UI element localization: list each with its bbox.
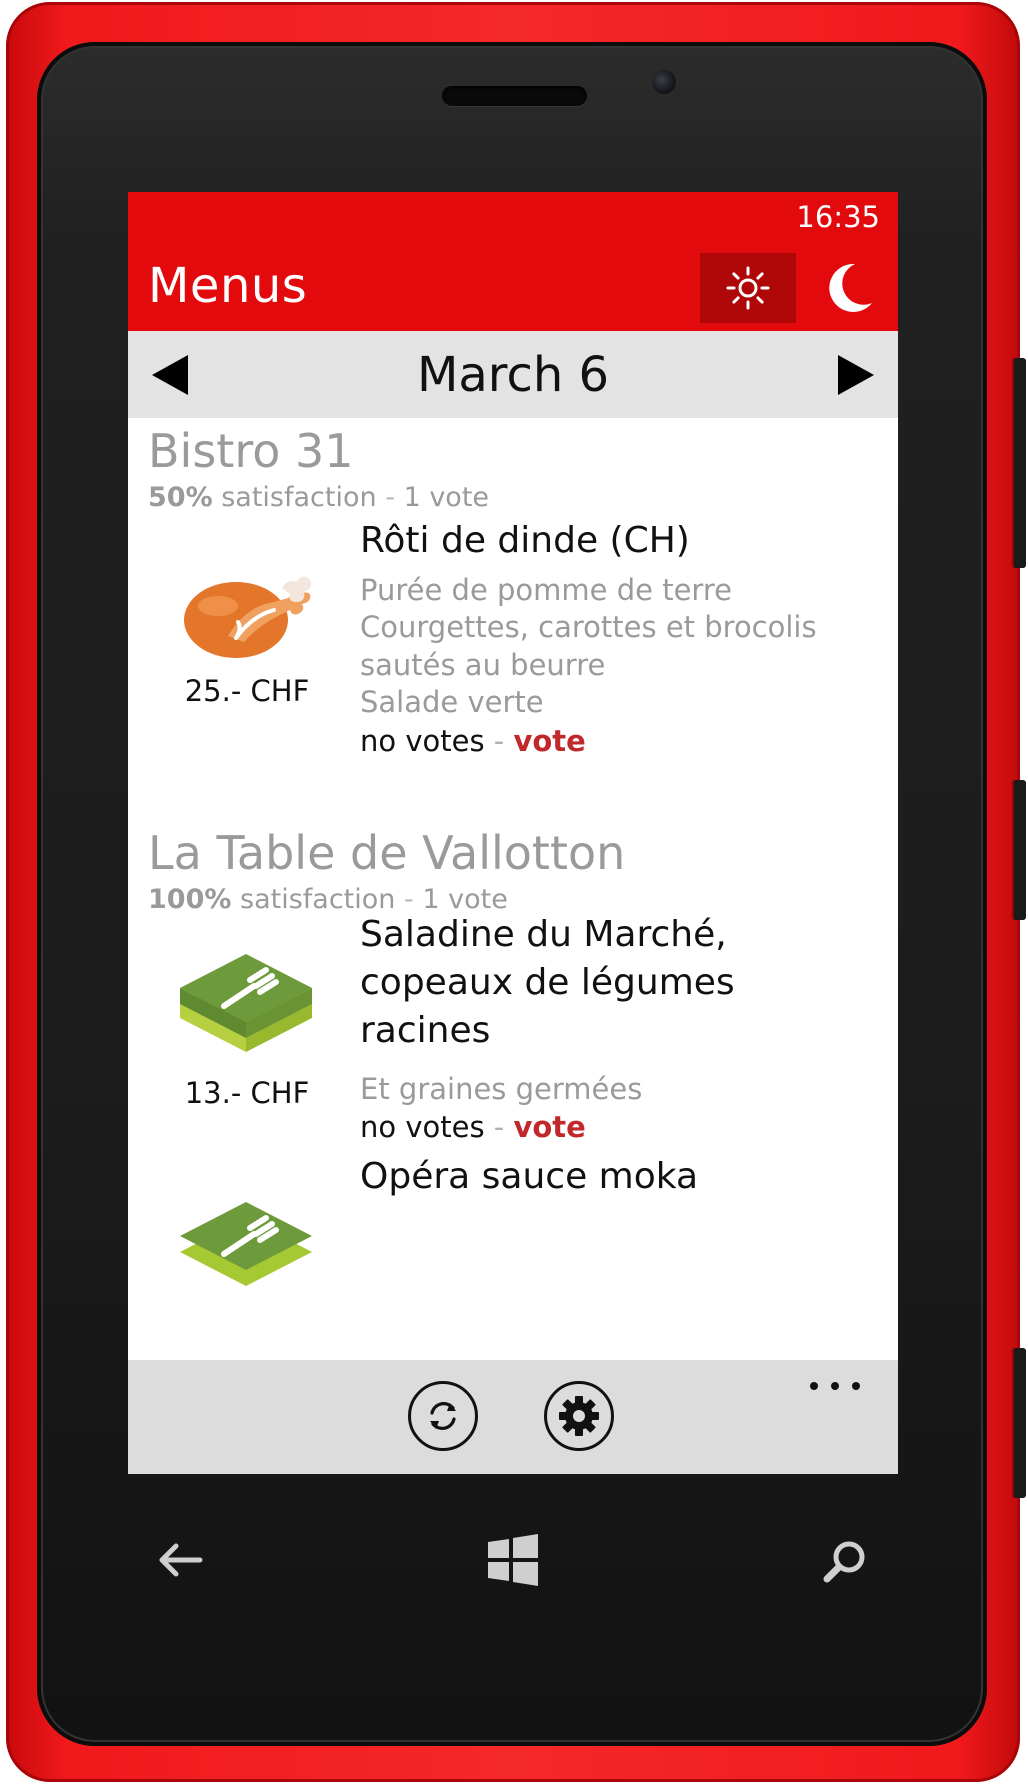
vote-line: no votes - vote xyxy=(360,724,586,758)
search-icon[interactable] xyxy=(822,1538,868,1584)
power-button[interactable] xyxy=(1012,780,1026,920)
vote-status: no votes xyxy=(360,724,485,758)
front-camera xyxy=(652,70,676,94)
satisfaction-line: 50% satisfaction - 1 vote xyxy=(148,482,489,513)
dish-price: 13.- CHF xyxy=(184,1076,310,1110)
app-bar xyxy=(128,1360,898,1474)
volume-button[interactable] xyxy=(1012,358,1026,568)
earpiece-speaker xyxy=(442,86,587,106)
satisfaction-percent: 50% xyxy=(148,482,213,513)
dark-theme-button[interactable] xyxy=(802,253,898,323)
dish-title-line: racines xyxy=(360,1010,491,1051)
vote-link[interactable]: vote xyxy=(513,724,585,758)
date-navigator: March 6 xyxy=(128,331,898,418)
separator: - xyxy=(493,724,505,758)
separator: - xyxy=(385,482,395,513)
more-options-button[interactable] xyxy=(810,1382,860,1396)
dish-title-line: copeaux de légumes xyxy=(360,962,735,1003)
satisfaction-label: satisfaction xyxy=(221,482,377,513)
date-label: March 6 xyxy=(416,347,610,403)
restaurant-name: Bistro 31 xyxy=(148,424,354,478)
vote-link[interactable]: vote xyxy=(513,1110,585,1144)
next-day-button[interactable] xyxy=(836,353,876,397)
app-header: Menus xyxy=(128,242,898,331)
vote-status: no votes xyxy=(360,1110,485,1144)
gear-icon xyxy=(559,1396,599,1436)
more-dots-icon xyxy=(852,1382,860,1390)
moon-icon xyxy=(829,263,872,312)
satisfaction-percent: 100% xyxy=(148,884,232,915)
menu-list[interactable]: Bistro 31 50% satisfaction - 1 vote 25.-… xyxy=(128,418,898,1373)
settings-button[interactable] xyxy=(544,1381,614,1451)
restaurant-name: La Table de Vallotton xyxy=(148,826,626,880)
page-title: Menus xyxy=(148,258,308,314)
dish-detail: Salade verte xyxy=(360,685,544,719)
dish-title: Opéra sauce moka xyxy=(360,1156,699,1197)
sun-icon xyxy=(726,266,770,310)
green-fork-tile-icon xyxy=(180,1202,312,1286)
status-time: 16:35 xyxy=(796,200,880,234)
triangle-right-icon xyxy=(838,355,874,395)
device-frame: 16:35 Menus March 6 Bistro 31 50% satisf… xyxy=(0,0,1028,1786)
back-arrow-icon[interactable] xyxy=(156,1540,204,1580)
dish-title: Rôti de dinde (CH) xyxy=(360,520,690,561)
refresh-icon xyxy=(430,1402,456,1430)
app-screen: 16:35 Menus March 6 Bistro 31 50% satisf… xyxy=(128,192,898,1474)
roast-chicken-icon xyxy=(184,576,312,658)
vote-count: 1 vote xyxy=(403,482,490,513)
dish-detail: sautés au beurre xyxy=(360,648,606,682)
dish-title-line: Saladine du Marché, xyxy=(360,914,727,955)
more-dots-icon xyxy=(831,1382,839,1390)
dish-detail: Et graines germées xyxy=(360,1072,643,1106)
dish-detail: Purée de pomme de terre xyxy=(360,573,732,607)
more-dots-icon xyxy=(810,1382,818,1390)
vote-line: no votes - vote xyxy=(360,1110,586,1144)
camera-button[interactable] xyxy=(1012,1348,1026,1498)
light-theme-button[interactable] xyxy=(700,253,796,323)
separator: - xyxy=(493,1110,505,1144)
green-fork-tile-icon xyxy=(180,954,312,1052)
refresh-button[interactable] xyxy=(408,1381,478,1451)
dish-detail: Courgettes, carottes et brocolis xyxy=(360,610,817,644)
dish-price: 25.- CHF xyxy=(184,674,310,708)
windows-logo-icon[interactable] xyxy=(486,1534,540,1586)
status-bar: 16:35 xyxy=(128,192,898,242)
